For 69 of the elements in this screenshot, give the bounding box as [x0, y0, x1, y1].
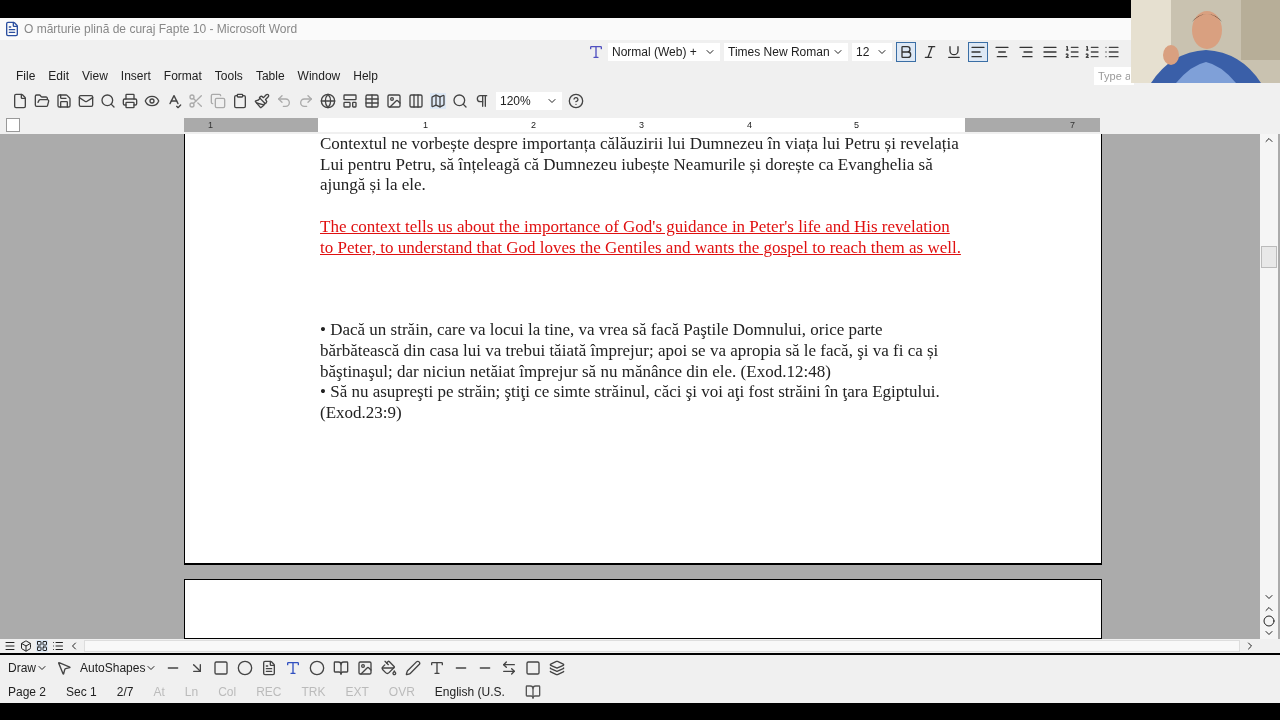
spelling-icon[interactable]: [166, 93, 182, 109]
menu-item[interactable]: Help: [349, 67, 382, 85]
text-box-icon[interactable]: [261, 660, 278, 676]
tab-selector[interactable]: [6, 118, 20, 132]
oval-icon[interactable]: [237, 660, 254, 676]
ruler-number: 7: [1070, 119, 1075, 131]
hyperlink-icon[interactable]: [320, 93, 336, 109]
ruler-number: 1: [423, 119, 428, 131]
columns-icon[interactable]: [408, 93, 424, 109]
paragraph: Contextul ne vorbește despre importanța călăuzirii lui Dumnezeu în viața lui Petru și revelația Lui pentru Petru, să înțeleagă că Dumnezeu iubește Neamurile și dorește ca Evanghelia să ajungă și la ele.: [320, 134, 960, 197]
wordart-icon[interactable]: [285, 660, 302, 676]
print-icon[interactable]: [122, 93, 138, 109]
vertical-scrollbar[interactable]: [1260, 134, 1278, 639]
new-document-icon[interactable]: [12, 93, 28, 109]
ruler-number: 5: [854, 119, 859, 131]
email-icon[interactable]: [78, 93, 94, 109]
ruler-number: 4: [747, 119, 752, 131]
horizontal-scrollbar[interactable]: [84, 640, 1240, 652]
fill-color-icon[interactable]: [381, 660, 398, 676]
ruler-number: 1: [208, 119, 213, 131]
style-dropdown[interactable]: Normal (Web) +: [608, 43, 720, 61]
document-map-icon[interactable]: [452, 93, 468, 109]
outline-view-icon[interactable]: [52, 640, 64, 652]
pilcrow-icon[interactable]: [474, 93, 490, 109]
open-folder-icon[interactable]: [34, 93, 50, 109]
word-app-icon: [4, 21, 20, 37]
zoom-dropdown[interactable]: 120%: [496, 92, 562, 110]
bullet-list-icon[interactable]: [1104, 44, 1120, 60]
paragraph: • Dacă un străin, care va locui la tine, va vrea să facă Paştile Domnului, orice parte bărbătească din casa lui va trebui tăiată împrejur; apoi se va apropia să le facă, şi va fi ca și băştinaşul; dar niciun netăiat împrejur să nu mănânce din ele. (Exod.12:48): [320, 320, 940, 383]
font-dropdown[interactable]: Times New Roman: [724, 43, 848, 61]
menu-item[interactable]: Tools: [210, 67, 247, 85]
numbered-list-icon[interactable]: [1084, 44, 1100, 60]
table-icon[interactable]: [364, 93, 380, 109]
styles-icon[interactable]: [588, 44, 604, 60]
search-icon[interactable]: [100, 93, 116, 109]
menu-item[interactable]: Format: [159, 67, 206, 85]
status-field: Page 2: [8, 683, 47, 701]
font-color-icon[interactable]: [429, 660, 446, 676]
line-spacing-icon[interactable]: [1064, 44, 1080, 60]
format-painter-icon[interactable]: [254, 93, 270, 109]
line-color-icon[interactable]: [405, 660, 422, 676]
pointer-icon[interactable]: [56, 660, 72, 676]
menu-item[interactable]: Edit: [44, 67, 74, 85]
window-title: O mărturie plină de curaj Fapte 10 - Microsoft Word: [24, 21, 298, 38]
print-preview-icon[interactable]: [144, 93, 160, 109]
browse-object-icon[interactable]: [1263, 615, 1275, 627]
save-icon[interactable]: [56, 93, 72, 109]
scroll-thumb[interactable]: [1261, 246, 1277, 268]
normal-view-icon[interactable]: [4, 640, 16, 652]
menu-item[interactable]: Window: [293, 67, 345, 85]
ruler-number: 2: [531, 119, 536, 131]
rectangle-icon[interactable]: [213, 660, 230, 676]
help-icon[interactable]: [568, 93, 584, 109]
menu-item[interactable]: Table: [251, 67, 289, 85]
paragraph: The context tells us about the importance of God's guidance in Peter's life and His revelation to Peter, to understand that God loves the Gentiles and wants the gospel to reach them as well.: [320, 216, 962, 259]
picture-icon[interactable]: [357, 660, 374, 676]
menu-item[interactable]: View: [78, 67, 112, 85]
draw-menu-button[interactable]: Draw: [8, 659, 48, 677]
menu-item[interactable]: File: [12, 67, 40, 85]
status-field: 2/7: [116, 683, 134, 701]
menu-item[interactable]: Insert: [116, 67, 155, 85]
paragraph: • Să nu asupreşti pe străin; ştiţi ce simte străinul, căci şi voi aţi fost străini în ţara Egiptului. (Exod.23:9): [320, 382, 941, 424]
paste-icon[interactable]: [232, 93, 248, 109]
autoshapes-menu-button[interactable]: AutoShapes: [80, 659, 158, 677]
font-size-dropdown[interactable]: 12: [852, 43, 892, 61]
ruler-number: 3: [639, 119, 644, 131]
arrow-style-icon[interactable]: [501, 660, 518, 676]
status-field: Sec 1: [66, 683, 97, 701]
status-field: English (U.S.: [434, 683, 505, 701]
